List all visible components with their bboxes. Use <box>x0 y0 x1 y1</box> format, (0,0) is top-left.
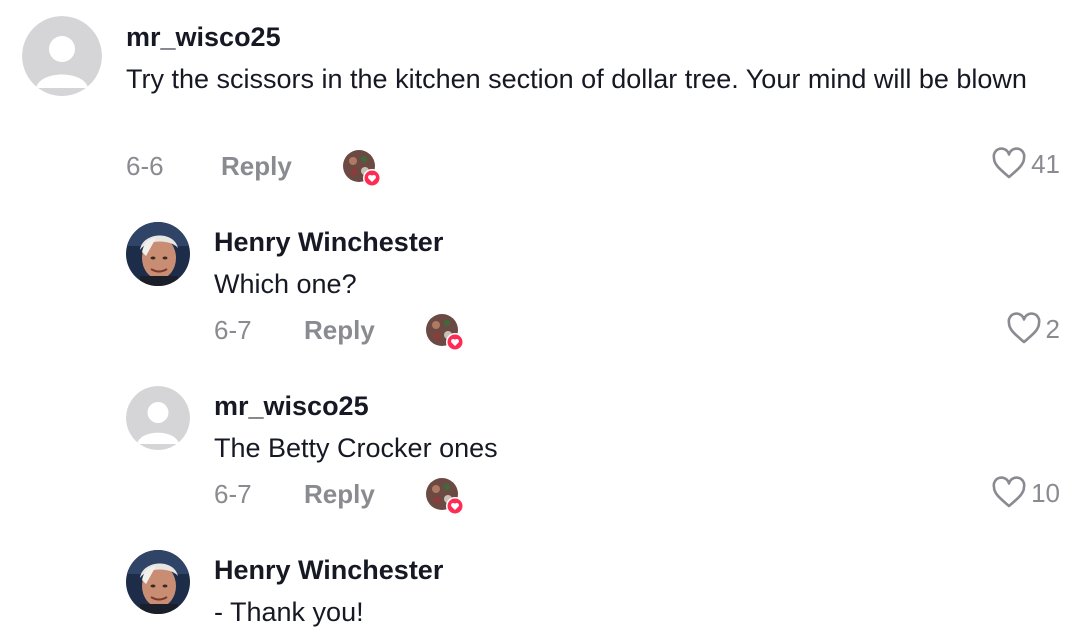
comment-text: - Thank you! <box>214 597 364 627</box>
like-button[interactable]: 41 <box>991 146 1060 182</box>
creator-liked-badge[interactable] <box>426 478 464 515</box>
comment-author[interactable]: mr_wisco25 <box>126 22 281 53</box>
like-count: 41 <box>1031 148 1060 179</box>
heart-outline-icon <box>992 476 1026 508</box>
creator-liked-badge[interactable] <box>343 150 381 187</box>
like-count: 2 <box>1045 313 1060 344</box>
default-avatar-icon[interactable] <box>126 386 190 450</box>
heart-outline-icon <box>1007 312 1041 344</box>
reply-button[interactable]: Reply <box>221 151 292 182</box>
like-button[interactable]: 2 <box>1006 311 1060 347</box>
user-photo-avatar[interactable] <box>126 222 190 286</box>
creator-liked-badge[interactable] <box>426 314 464 351</box>
reply-button[interactable]: Reply <box>304 479 375 510</box>
reply-button[interactable]: Reply <box>304 315 375 346</box>
comment-text: Which one? <box>214 269 357 299</box>
default-avatar-icon[interactable] <box>22 16 102 96</box>
comment-date: 6-7 <box>214 479 252 509</box>
like-button[interactable]: 10 <box>991 475 1060 511</box>
comment-date: 6-6 <box>126 151 164 181</box>
user-photo-avatar[interactable] <box>126 550 190 614</box>
comment-author[interactable]: mr_wisco25 <box>214 391 369 422</box>
comment-date: 6-7 <box>214 315 252 345</box>
like-count: 10 <box>1031 477 1060 508</box>
comment-author[interactable]: Henry Winchester <box>214 227 443 258</box>
comment-author[interactable]: Henry Winchester <box>214 555 443 586</box>
comment-text: Try the scissors in the kitchen section … <box>126 64 1027 94</box>
comment-text: The Betty Crocker ones <box>214 433 498 463</box>
heart-outline-icon <box>992 147 1026 179</box>
